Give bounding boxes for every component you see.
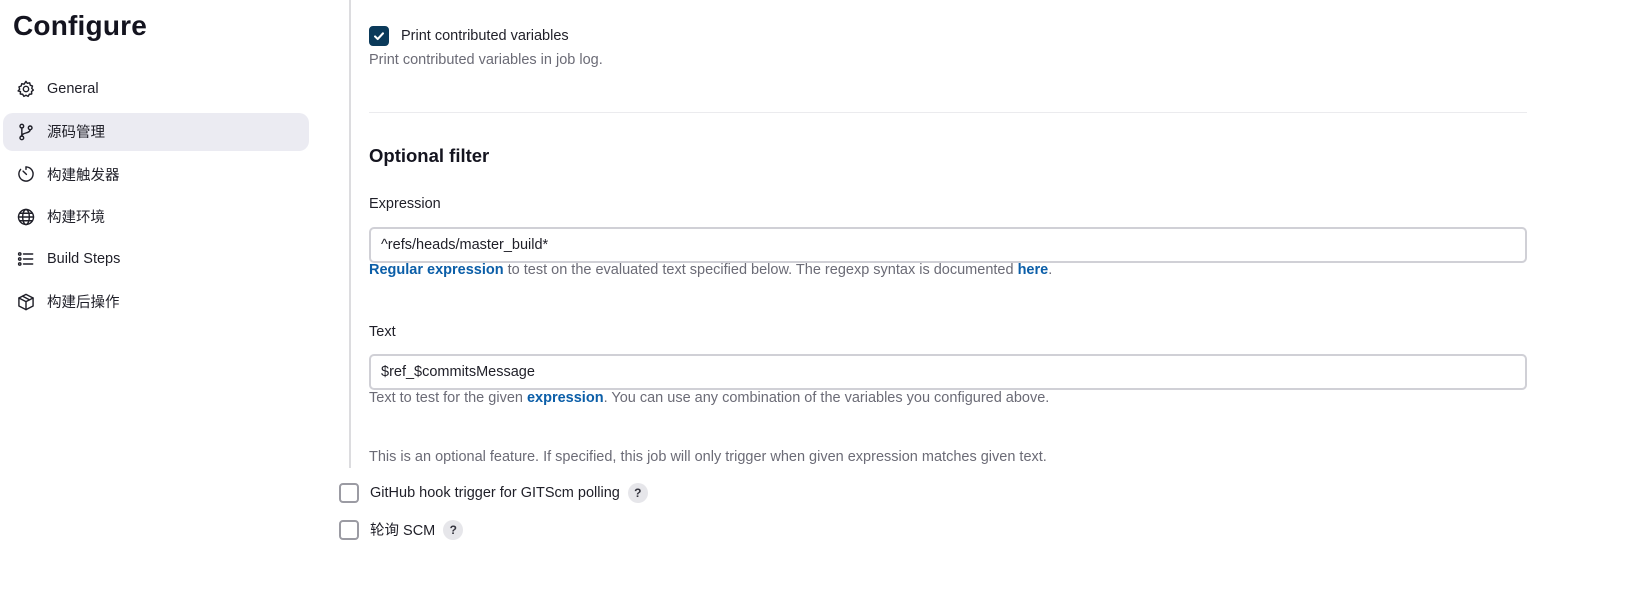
sidebar-item-label: Build Steps — [47, 251, 121, 267]
text-help-end: . You can use any combination of the var… — [603, 390, 1050, 406]
expression-help-text: to test on the evaluated text specified … — [503, 262, 1018, 278]
sidebar-item-build-environment[interactable]: 构建环境 — [3, 198, 309, 236]
poll-scm-label[interactable]: 轮询 SCM — [370, 519, 435, 540]
sidebar-item-source-code[interactable]: 源码管理 — [3, 112, 309, 151]
help-icon[interactable]: ? — [627, 483, 648, 503]
sidebar-item-label: General — [47, 81, 99, 97]
sidebar-item-general[interactable]: General — [3, 70, 309, 108]
text-input[interactable] — [369, 354, 1527, 390]
gear-icon — [15, 78, 37, 100]
optional-feature-note: This is an optional feature. If specifie… — [369, 449, 1047, 465]
regular-expression-link[interactable]: Regular expression — [369, 262, 504, 278]
sidebar-item-label: 构建后操作 — [47, 295, 120, 311]
expression-help-end: . — [1048, 262, 1053, 278]
print-variables-checkbox[interactable] — [369, 26, 389, 46]
sidebar-nav: General 源码管理 构建触发器 构建环境 Build Steps 构建后操… — [3, 70, 309, 325]
print-variables-row: Print contributed variables — [369, 26, 569, 46]
expression-help: Regular expression to test on the evalua… — [369, 262, 1052, 278]
expression-input[interactable] — [369, 227, 1527, 263]
package-icon — [15, 291, 37, 313]
sidebar-item-build-steps[interactable]: Build Steps — [3, 240, 309, 278]
page-title: Configure — [13, 10, 148, 41]
expression-label: Expression — [369, 196, 441, 212]
sidebar-item-build-triggers[interactable]: 构建触发器 — [3, 155, 309, 193]
sidebar-item-label: 构建触发器 — [47, 167, 120, 184]
timer-icon — [15, 163, 37, 185]
checkmark-icon — [374, 32, 384, 41]
sidebar-item-post-build[interactable]: 构建后操作 — [3, 283, 309, 321]
poll-scm-trigger-row: 轮询 SCM ? — [339, 519, 464, 540]
section-divider — [349, 0, 351, 468]
text-help-start: Text to test for the given — [369, 390, 527, 406]
text-label: Text — [369, 324, 396, 340]
regexp-docs-link[interactable]: here — [1018, 262, 1049, 278]
print-variables-help: Print contributed variables in job log. — [369, 52, 603, 68]
globe-icon — [15, 206, 37, 228]
expression-link[interactable]: expression — [527, 390, 604, 406]
github-hook-trigger-checkbox[interactable] — [339, 483, 359, 503]
sidebar-item-label: 构建环境 — [47, 210, 105, 226]
github-hook-trigger-row: GitHub hook trigger for GITScm polling ? — [339, 483, 648, 503]
help-icon[interactable]: ? — [443, 519, 464, 540]
sidebar-item-label: 源码管理 — [47, 125, 105, 141]
branch-icon — [15, 121, 37, 143]
print-variables-label[interactable]: Print contributed variables — [401, 28, 569, 44]
list-icon — [15, 248, 37, 270]
horizontal-divider — [369, 112, 1527, 113]
text-help: Text to test for the given expression. Y… — [369, 390, 1049, 406]
optional-filter-title: Optional filter — [369, 145, 490, 166]
github-hook-trigger-label[interactable]: GitHub hook trigger for GITScm polling — [370, 485, 620, 501]
poll-scm-checkbox[interactable] — [339, 519, 359, 540]
